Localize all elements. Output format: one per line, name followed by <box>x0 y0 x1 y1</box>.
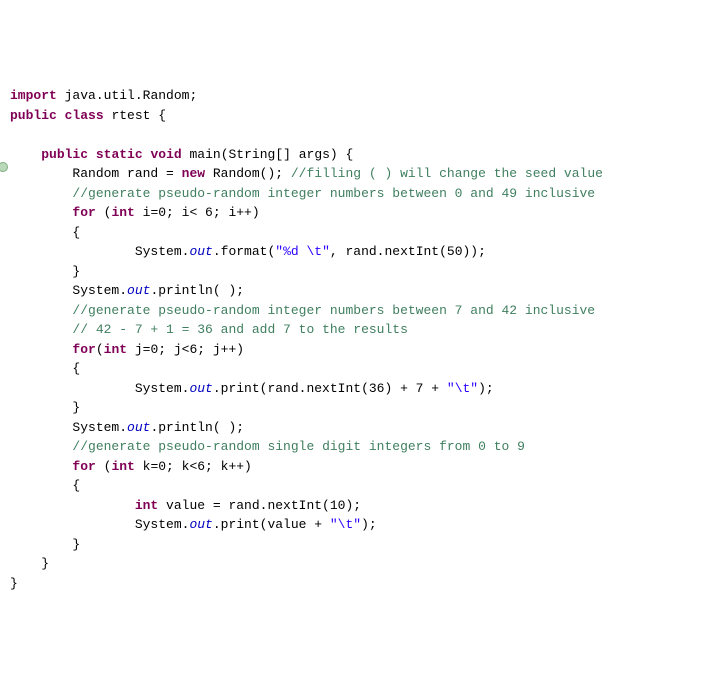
code-text: System. <box>135 381 190 396</box>
brace: } <box>72 537 80 552</box>
comment: //generate pseudo-random integer numbers… <box>72 303 595 318</box>
code-text: , rand.nextInt(50)); <box>330 244 486 259</box>
static-field: out <box>189 381 212 396</box>
code-text: System. <box>72 420 127 435</box>
code-text: .println( ); <box>150 283 244 298</box>
code-text: .print(rand.nextInt(36) + 7 + <box>213 381 447 396</box>
code-text: ( <box>96 459 112 474</box>
code-block: import java.util.Random; public class rt… <box>10 86 712 593</box>
static-field: out <box>189 517 212 532</box>
code-text: Random(); <box>205 166 291 181</box>
code-text: .format( <box>213 244 275 259</box>
code-text: j=0; j<6; j++) <box>127 342 244 357</box>
static-field: out <box>189 244 212 259</box>
code-text: ); <box>361 517 377 532</box>
keyword-static: static <box>96 147 143 162</box>
brace: { <box>72 225 80 240</box>
keyword-int: int <box>111 459 134 474</box>
code-text: k=0; k<6; k++) <box>135 459 252 474</box>
comment: //filling ( ) will change the seed value <box>291 166 603 181</box>
keyword-public: public <box>10 108 57 123</box>
brace: { <box>72 361 80 376</box>
code-text: .println( ); <box>150 420 244 435</box>
keyword-for: for <box>72 459 95 474</box>
keyword-int: int <box>104 342 127 357</box>
brace: } <box>10 576 18 591</box>
code-text: ); <box>478 381 494 396</box>
import-path: java.util.Random; <box>65 88 198 103</box>
method-signature: main(String[] args) { <box>190 147 354 162</box>
keyword-int: int <box>135 498 158 513</box>
code-text: i=0; i< 6; i++) <box>135 205 260 220</box>
string-literal: "%d \t" <box>275 244 330 259</box>
code-text: ( <box>96 205 112 220</box>
brace: } <box>72 264 80 279</box>
code-text: Random rand = <box>72 166 181 181</box>
static-field: out <box>127 420 150 435</box>
comment: //generate pseudo-random single digit in… <box>72 439 524 454</box>
static-field: out <box>127 283 150 298</box>
keyword-int: int <box>111 205 134 220</box>
code-text: System. <box>72 283 127 298</box>
brace: } <box>72 400 80 415</box>
code-text: System. <box>135 517 190 532</box>
keyword-class: class <box>65 108 104 123</box>
keyword-for: for <box>72 205 95 220</box>
string-literal: "\t" <box>330 517 361 532</box>
code-text: value = rand.nextInt(10); <box>158 498 361 513</box>
keyword-void: void <box>150 147 181 162</box>
comment: //generate pseudo-random integer numbers… <box>72 186 595 201</box>
class-name: rtest { <box>111 108 166 123</box>
code-text: .print(value + <box>213 517 330 532</box>
keyword-for: for <box>72 342 95 357</box>
keyword-new: new <box>182 166 205 181</box>
code-text: ( <box>96 342 104 357</box>
comment: // 42 - 7 + 1 = 36 and add 7 to the resu… <box>72 322 407 337</box>
string-literal: "\t" <box>447 381 478 396</box>
brace: { <box>72 478 80 493</box>
keyword-import: import <box>10 88 57 103</box>
code-text: System. <box>135 244 190 259</box>
brace: } <box>41 556 49 571</box>
keyword-public: public <box>41 147 88 162</box>
